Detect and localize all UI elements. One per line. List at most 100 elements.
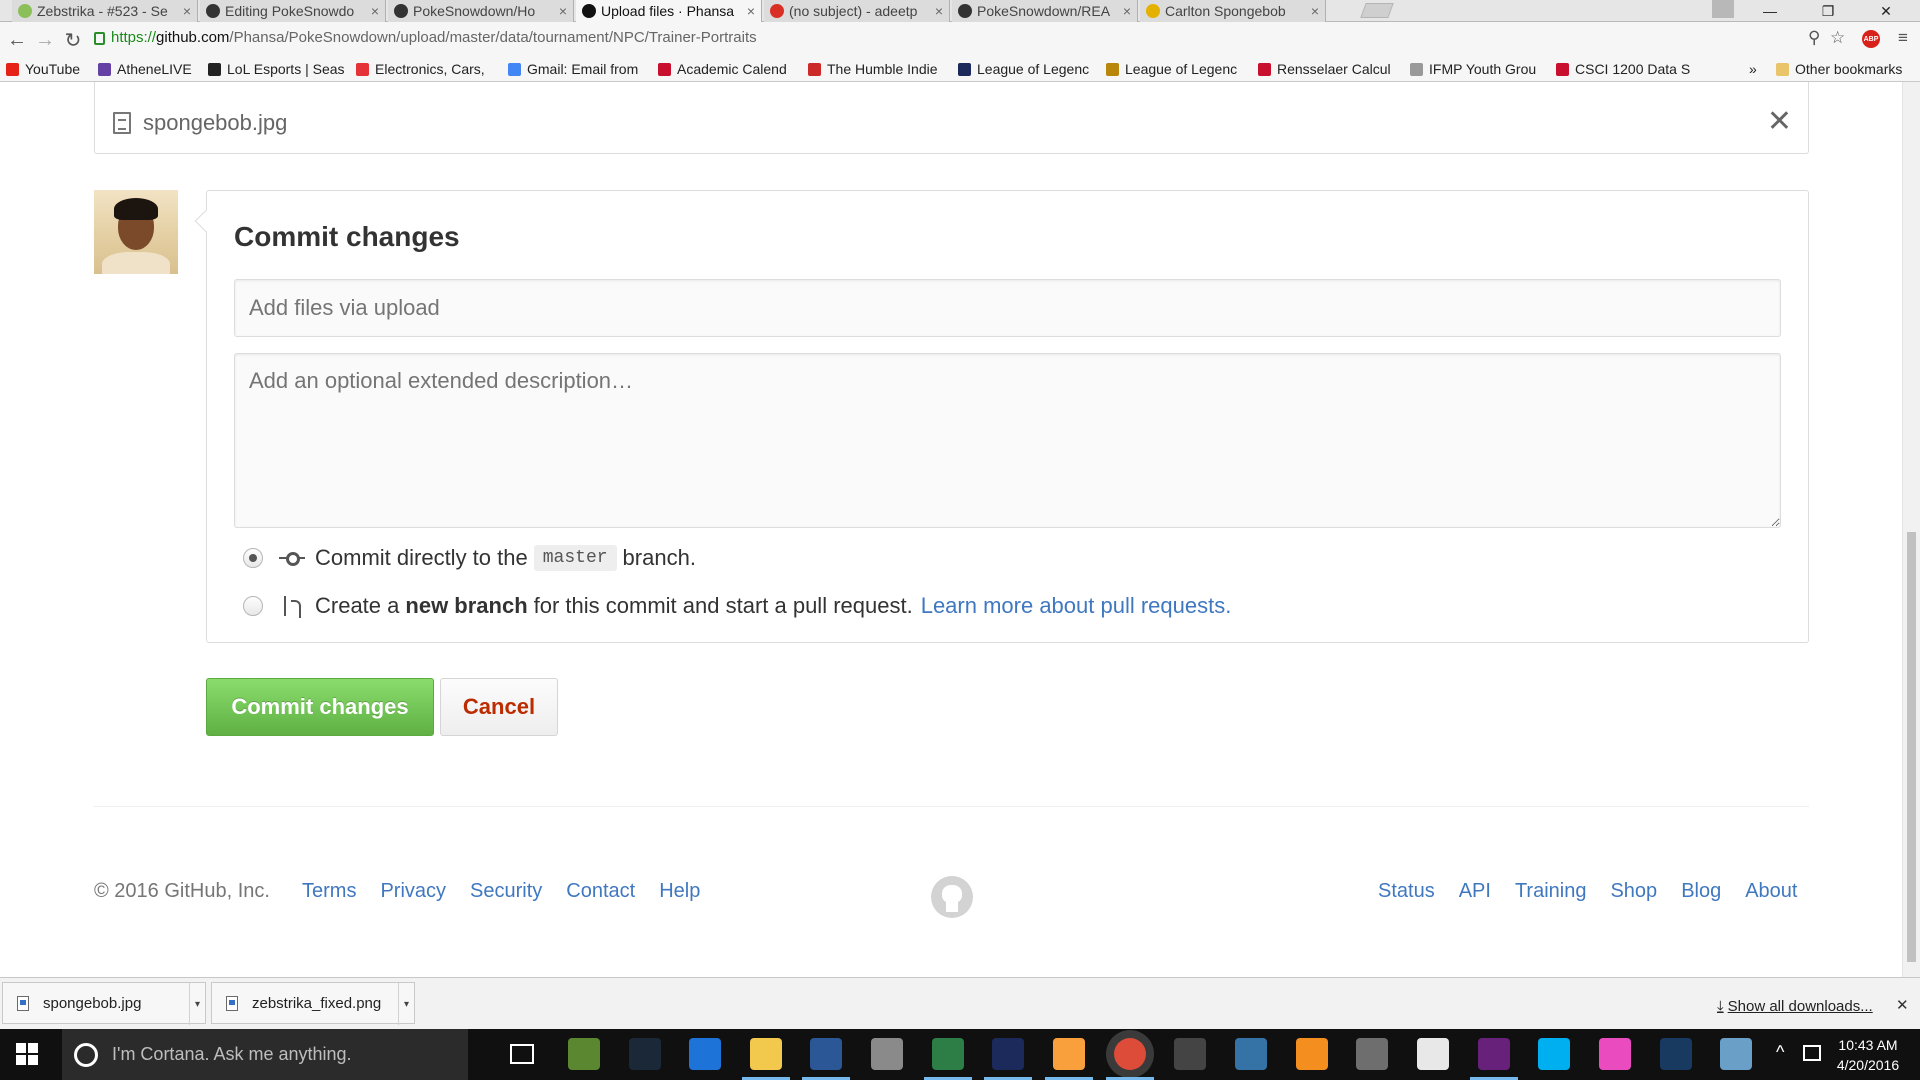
bookmark-item[interactable]: Rensselaer Calcul [1258, 58, 1404, 80]
new-branch-option[interactable]: Create a new branch for this commit and … [243, 591, 1231, 621]
teamspeak-icon[interactable] [1356, 1038, 1388, 1070]
browser-tab[interactable]: PokeSnowdown/Ho × [388, 0, 574, 22]
settings-app-icon[interactable] [871, 1038, 903, 1070]
close-window-button[interactable]: ✕ [1864, 0, 1908, 22]
commit-direct-radio[interactable] [243, 548, 263, 568]
tab-close-icon[interactable]: × [559, 3, 567, 19]
sublime-icon[interactable] [1053, 1038, 1085, 1070]
action-center-icon[interactable] [1803, 1045, 1821, 1061]
commit-summary-input[interactable] [234, 279, 1781, 337]
tab-close-icon[interactable]: × [183, 3, 191, 19]
github-octocat-icon[interactable] [931, 876, 973, 918]
page-scrollbar[interactable] [1902, 82, 1920, 977]
download-item[interactable]: zebstrika_fixed.png ▾ [211, 982, 415, 1025]
cortana-search-box[interactable]: I'm Cortana. Ask me anything. [62, 1029, 468, 1080]
bookmark-item[interactable]: League of Legenc [1106, 58, 1252, 80]
footer-link[interactable]: Contact [566, 880, 635, 903]
download-menu-chevron-icon[interactable]: ▾ [189, 983, 205, 1025]
chrome-icon[interactable] [1114, 1038, 1146, 1070]
system-clock[interactable]: 10:43 AM 4/20/2016 [1828, 1035, 1908, 1075]
download-item[interactable]: spongebob.jpg ▾ [2, 982, 206, 1025]
tab-active[interactable]: Upload files · Phansa × [576, 0, 762, 22]
chrome-menu-icon[interactable]: ≡ [1898, 28, 1908, 48]
browser-tab[interactable]: Carlton Spongebob × [1140, 0, 1326, 22]
commit-changes-button[interactable]: Commit changes [206, 678, 434, 736]
bookmark-item[interactable]: League of Legenc [958, 58, 1100, 80]
footer-link[interactable]: Help [659, 880, 700, 903]
bookmark-item[interactable]: LoL Esports | Seas [208, 58, 350, 80]
windows-start-icon[interactable] [16, 1043, 38, 1065]
tray-chevron-up-icon[interactable]: ^ [1776, 1042, 1784, 1063]
file-explorer-icon[interactable] [750, 1038, 782, 1070]
bookmark-item[interactable]: IFMP Youth Grou [1410, 58, 1550, 80]
itunes-icon[interactable] [1599, 1038, 1631, 1070]
word-icon[interactable] [810, 1038, 842, 1070]
league-client-icon[interactable] [992, 1038, 1024, 1070]
footer-link[interactable]: Training [1515, 880, 1587, 903]
minecraft-icon[interactable] [568, 1038, 600, 1070]
footer-link[interactable]: About [1745, 880, 1797, 903]
tab-favicon-icon [1146, 4, 1160, 18]
browser-tab[interactable]: (no subject) - adeetp × [764, 0, 950, 22]
back-icon[interactable]: ← [6, 26, 28, 54]
bookmark-item[interactable]: Electronics, Cars, [356, 58, 502, 80]
virtualbox-icon[interactable] [1660, 1038, 1692, 1070]
visual-studio-icon[interactable] [1478, 1038, 1510, 1070]
obs-icon[interactable] [1174, 1038, 1206, 1070]
tab-close-icon[interactable]: × [1311, 3, 1319, 19]
bookmark-star-icon[interactable]: ☆ [1830, 28, 1845, 48]
forward-icon[interactable]: → [34, 26, 56, 54]
commit-description-input[interactable] [234, 353, 1781, 528]
bookmark-item[interactable]: AtheneLIVE [98, 58, 202, 80]
terminal-icon[interactable] [932, 1038, 964, 1070]
tab-close-icon[interactable]: × [371, 3, 379, 19]
adblock-icon[interactable]: ABP [1862, 30, 1880, 48]
new-branch-radio[interactable] [243, 596, 263, 616]
avatar[interactable] [94, 190, 178, 274]
show-all-downloads-link[interactable]: ⤓ Show all downloads... [1717, 998, 1873, 1015]
footer-link[interactable]: Terms [302, 880, 356, 903]
footer-link[interactable]: API [1459, 880, 1491, 903]
minimize-button[interactable]: — [1748, 0, 1792, 22]
address-bar[interactable]: https:// github.com /Phansa/PokeSnowdown… [94, 26, 1799, 48]
skype-icon[interactable] [1538, 1038, 1570, 1070]
fl-studio-icon[interactable] [1296, 1038, 1328, 1070]
steam-icon[interactable] [629, 1038, 661, 1070]
bookmark-item[interactable]: CSCI 1200 Data S [1556, 58, 1692, 80]
bookmark-item[interactable]: Academic Calend [658, 58, 802, 80]
tab-close-icon[interactable]: × [935, 3, 943, 19]
remove-file-icon[interactable]: ✕ [1767, 104, 1792, 139]
footer-link[interactable]: Blog [1681, 880, 1721, 903]
footer-link[interactable]: Status [1378, 880, 1435, 903]
footer-link[interactable]: Privacy [380, 880, 446, 903]
rstudio-icon[interactable] [1417, 1038, 1449, 1070]
edge-icon[interactable] [689, 1038, 721, 1070]
tab-close-icon[interactable]: × [1123, 3, 1131, 19]
footer-link[interactable]: Shop [1610, 880, 1657, 903]
bookmark-item[interactable]: The Humble Indie [808, 58, 952, 80]
task-view-icon[interactable] [510, 1044, 534, 1064]
browser-tab[interactable]: Editing PokeSnowdo × [200, 0, 386, 22]
browser-tab[interactable]: PokeSnowdown/REA × [952, 0, 1138, 22]
unknown-app-icon[interactable] [1720, 1038, 1752, 1070]
bookmark-item[interactable]: YouTube [6, 58, 92, 80]
new-tab-button[interactable] [1360, 3, 1394, 18]
download-menu-chevron-icon[interactable]: ▾ [398, 983, 414, 1025]
bookmarks-overflow[interactable]: » [1749, 58, 1757, 80]
reload-icon[interactable]: ↻ [62, 26, 84, 54]
close-download-shelf-icon[interactable]: ✕ [1896, 996, 1909, 1014]
profile-icon[interactable] [1712, 0, 1734, 18]
zoom-icon[interactable]: ⚲ [1808, 28, 1820, 48]
commit-direct-option[interactable]: Commit directly to the master branch. [243, 543, 696, 573]
cancel-button[interactable]: Cancel [440, 678, 558, 736]
learn-more-link[interactable]: Learn more about pull requests. [921, 593, 1232, 619]
tab-close-icon[interactable]: × [747, 3, 755, 19]
scrollbar-thumb[interactable] [1907, 532, 1916, 962]
other-bookmarks[interactable]: Other bookmarks [1776, 58, 1902, 80]
bookmark-item[interactable]: Gmail: Email from [508, 58, 652, 80]
browser-tab[interactable]: Zebstrika - #523 - Se × [12, 0, 198, 22]
footer-link[interactable]: Security [470, 880, 542, 903]
bookmark-label: League of Legenc [977, 61, 1090, 77]
python-icon[interactable] [1235, 1038, 1267, 1070]
restore-button[interactable]: ❐ [1806, 0, 1850, 22]
